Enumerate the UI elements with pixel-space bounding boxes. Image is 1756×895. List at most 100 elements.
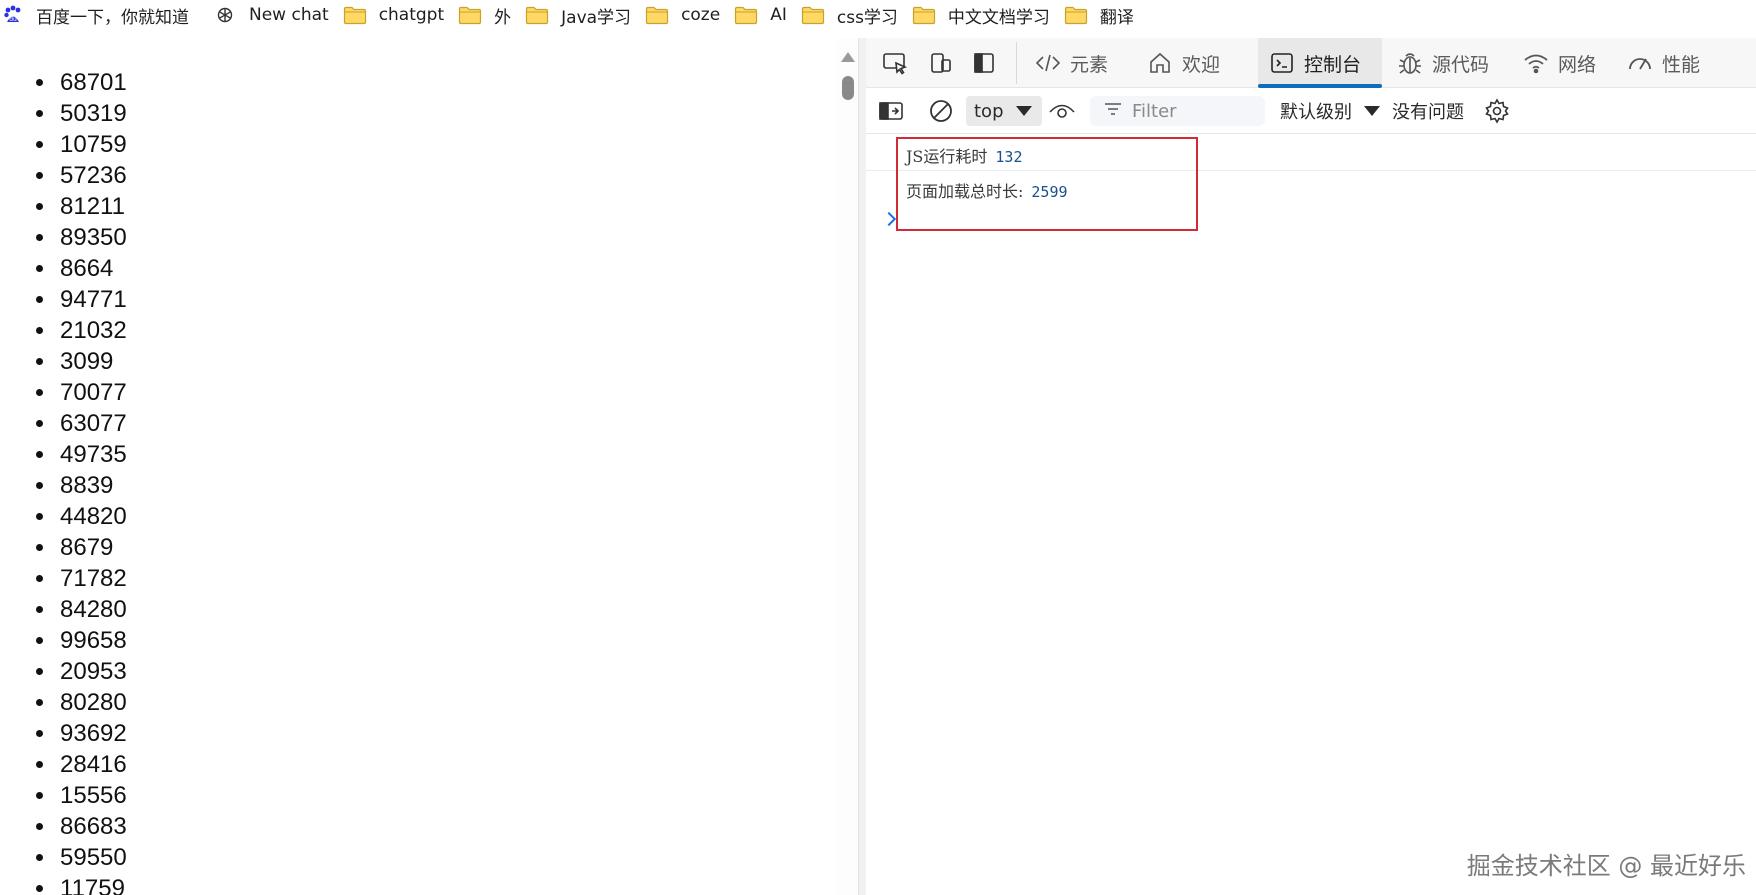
page-scrollbar[interactable] <box>836 38 858 895</box>
list-item: 49735 <box>36 439 127 470</box>
list-item-text: 49735 <box>60 441 127 468</box>
bullet-icon <box>36 482 43 489</box>
list-item-text: 21032 <box>60 317 127 344</box>
log-level-value: 默认级别 <box>1280 102 1352 123</box>
list-item-text: 50319 <box>60 100 127 127</box>
bookmarks-bar: du 百度一下，你就知道 New chat chatgpt 外 Java学习 c… <box>0 0 1756 30</box>
bullet-icon <box>36 575 43 582</box>
bullet-icon <box>36 854 43 861</box>
tab-network[interactable]: 网络 <box>1514 38 1614 88</box>
inspect-element-icon[interactable] <box>880 48 910 78</box>
context-select-value: top <box>974 100 1004 122</box>
bookmark-folder-java[interactable]: Java学习 <box>525 0 645 30</box>
tab-sources[interactable]: 源代码 <box>1388 38 1512 88</box>
tab-performance[interactable]: 性能 <box>1618 38 1718 88</box>
list-item-text: 11759 <box>60 875 125 895</box>
devtools-splitter[interactable] <box>858 38 866 895</box>
bullet-icon <box>36 823 43 830</box>
tab-label: 元素 <box>1070 53 1109 76</box>
list-item: 57236 <box>36 160 127 191</box>
bookmark-folder-coze[interactable]: coze <box>645 0 734 30</box>
tab-welcome[interactable]: 欢迎 <box>1140 38 1250 88</box>
bullet-icon <box>36 265 43 272</box>
console-prompt-chevron-icon[interactable] <box>881 211 897 227</box>
bookmark-folder-translate[interactable]: 翻译 <box>1064 0 1148 30</box>
list-item-text: 71782 <box>60 565 127 592</box>
chevron-down-icon <box>1015 106 1032 116</box>
bullet-icon <box>36 761 43 768</box>
list-item: 80280 <box>36 687 127 718</box>
bullet-icon <box>36 792 43 799</box>
tab-label: 网络 <box>1558 53 1597 76</box>
bookmark-baidu[interactable]: du 百度一下，你就知道 <box>2 0 203 30</box>
bookmark-folder-chatgpt[interactable]: chatgpt <box>343 0 458 30</box>
bullet-icon <box>36 141 43 148</box>
list-item: 11759 <box>36 873 127 895</box>
list-item-text: 84280 <box>60 596 127 623</box>
page-content: 68701 50319 10759 57236 81211 89350 8664 94771 2… <box>0 38 858 895</box>
log-level-select[interactable]: 默认级别 <box>1280 96 1380 126</box>
context-select[interactable]: top <box>966 96 1042 126</box>
bullet-icon <box>36 110 43 117</box>
list-item-text: 10759 <box>60 131 127 158</box>
list-item: 20953 <box>36 656 127 687</box>
list-item: 8664 <box>36 253 127 284</box>
issues-button[interactable]: 没有问题 <box>1392 96 1464 126</box>
bullet-icon <box>36 668 43 675</box>
bullet-icon <box>36 513 43 520</box>
list-item-text: 28416 <box>60 751 127 778</box>
tab-elements[interactable]: 元素 <box>1028 38 1138 88</box>
live-expression-eye-icon[interactable] <box>1048 96 1076 126</box>
list-item-text: 3099 <box>60 348 114 375</box>
list-item-text: 8839 <box>60 472 114 499</box>
bookmark-label: 中文文档学习 <box>947 7 1050 28</box>
folder-icon <box>734 5 758 25</box>
bullet-icon <box>36 606 43 613</box>
devtools-tab-bar: 元素 欢迎 控制台 源代码 网络 性能 <box>866 38 1756 88</box>
list-item: 81211 <box>36 191 127 222</box>
list-item: 93692 <box>36 718 127 749</box>
folder-icon <box>801 5 825 25</box>
bookmark-folder-docs[interactable]: 中文文档学习 <box>912 0 1064 30</box>
list-item: 71782 <box>36 563 127 594</box>
bookmark-label: 外 <box>494 7 512 28</box>
folder-icon <box>912 5 936 25</box>
scroll-up-arrow-icon[interactable] <box>841 52 855 62</box>
list-item: 8839 <box>36 470 127 501</box>
list-item: 21032 <box>36 315 127 346</box>
list-item-text: 8664 <box>60 255 114 282</box>
bookmark-folder-css[interactable]: css学习 <box>801 0 912 30</box>
bullet-icon <box>36 389 43 396</box>
scroll-thumb[interactable] <box>842 76 854 100</box>
home-icon <box>1146 49 1174 77</box>
bullet-icon <box>36 203 43 210</box>
tab-label: 源代码 <box>1432 53 1490 76</box>
wifi-icon <box>1522 49 1550 77</box>
device-emulation-icon[interactable] <box>926 48 956 78</box>
bookmark-folder-wai[interactable]: 外 <box>458 0 525 30</box>
bullet-icon <box>36 885 43 892</box>
list-item: 8679 <box>36 532 127 563</box>
folder-icon <box>343 5 367 25</box>
list-item-text: 89350 <box>60 224 127 251</box>
bullet-icon <box>36 451 43 458</box>
list-item-text: 63077 <box>60 410 127 437</box>
dock-side-icon[interactable] <box>969 48 999 78</box>
bookmark-folder-ai[interactable]: AI <box>734 0 801 30</box>
bookmark-label: Java学习 <box>561 7 632 28</box>
clear-console-icon[interactable] <box>928 96 954 126</box>
list-item-text: 68701 <box>60 69 127 96</box>
list-item-text: 8679 <box>60 534 114 561</box>
toggle-sidebar-icon[interactable] <box>878 96 904 126</box>
filter-input[interactable]: Filter <box>1090 96 1265 126</box>
bullet-icon <box>36 699 43 706</box>
tab-console[interactable]: 控制台 <box>1258 38 1382 88</box>
list-item: 84280 <box>36 594 127 625</box>
bookmark-label: css学习 <box>836 7 898 28</box>
tab-separator <box>1016 42 1017 84</box>
tab-label: 性能 <box>1662 53 1701 76</box>
gear-icon[interactable] <box>1484 96 1510 126</box>
bullet-icon <box>36 172 43 179</box>
bookmark-new-chat[interactable]: New chat <box>203 0 343 30</box>
devtools-panel: 元素 欢迎 控制台 源代码 网络 性能 top Filter 默认级别 没有问题… <box>866 38 1756 895</box>
